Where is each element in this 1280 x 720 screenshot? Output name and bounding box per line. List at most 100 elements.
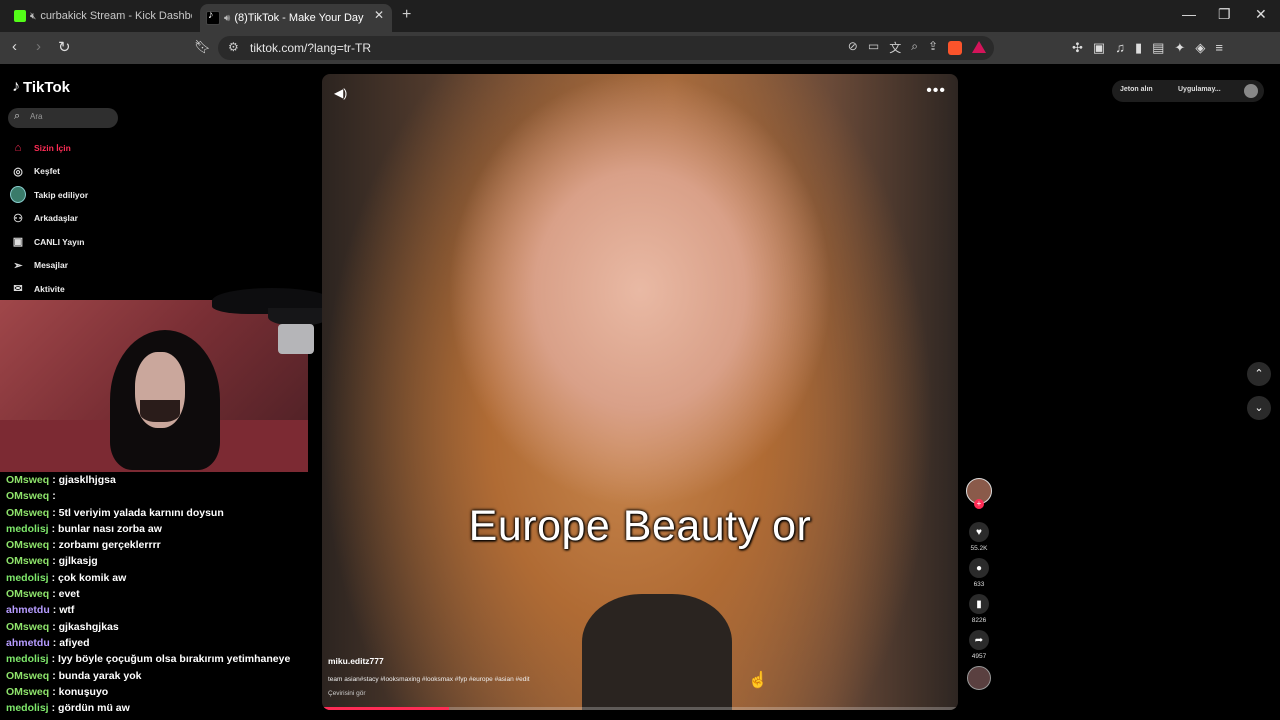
- chat-message: OMsweq: gjasklhjgsa: [6, 472, 326, 488]
- chat-message: OMsweq: bunda yarak yok: [6, 668, 326, 684]
- chat-message: medolisj: çok komik aw: [6, 570, 326, 586]
- tab-audio-icon[interactable]: 🔊︎: [224, 13, 230, 24]
- minimize-icon[interactable]: —: [1182, 6, 1196, 22]
- activity-icon: ✉: [13, 283, 23, 296]
- site-info-icon[interactable]: ⚙: [228, 40, 239, 54]
- address-bar[interactable]: ⚙ tiktok.com/?lang=tr-TR ⊘ ▭ 文 ⌕ ⇪: [218, 36, 994, 60]
- chat-separator: :: [52, 588, 56, 601]
- chat-username[interactable]: OMsweq: [6, 555, 49, 567]
- close-tab-icon[interactable]: ✕: [374, 8, 384, 22]
- chat-separator: :: [52, 620, 56, 633]
- tab-tiktok[interactable]: 🔊︎ (8)TikTok - Make Your Day ✕: [200, 4, 392, 32]
- chat-username[interactable]: ahmetdu: [6, 637, 50, 649]
- tab-title: (8)TikTok - Make Your Day: [234, 12, 364, 24]
- share-icon[interactable]: ⇪: [928, 39, 938, 56]
- chat-username[interactable]: OMsweq: [6, 474, 49, 486]
- more-options-icon[interactable]: •••: [926, 82, 946, 100]
- chat-separator: :: [52, 604, 57, 617]
- chat-username[interactable]: medolisj: [6, 572, 49, 584]
- sidebar-item-live[interactable]: ▣ CANLI Yayın: [10, 230, 88, 254]
- chat-separator: :: [52, 539, 56, 552]
- previous-video-button[interactable]: ⌃: [1247, 362, 1271, 386]
- video-author[interactable]: miku.editz777: [328, 656, 384, 666]
- menu-icon[interactable]: ≡: [1215, 40, 1223, 56]
- extensions-icon[interactable]: ✣: [1072, 40, 1083, 56]
- chat-message: ahmetdu: afiyed: [6, 635, 326, 651]
- sidebar-menu: ⌂ Sizin İçin ◎ Keşfet Takip ediliyor ⚇ A…: [10, 136, 88, 301]
- search-input[interactable]: ⌕ Ara: [8, 108, 118, 128]
- get-coins-button[interactable]: Jeton alın: [1120, 86, 1153, 93]
- sidebar-item-for-you[interactable]: ⌂ Sizin İçin: [10, 136, 88, 160]
- cast-off-icon[interactable]: ⊘: [848, 39, 858, 56]
- chat-username[interactable]: ahmetdu: [6, 604, 50, 616]
- sidebar-item-explore[interactable]: ◎ Keşfet: [10, 160, 88, 184]
- leo-icon[interactable]: ✦: [1174, 40, 1185, 56]
- chat-username[interactable]: OMsweq: [6, 490, 49, 502]
- chat-username[interactable]: medolisj: [6, 653, 49, 665]
- save-button[interactable]: ▮ 8226: [962, 594, 996, 624]
- top-right-actions: Jeton alın Uygulamay...: [1112, 80, 1264, 102]
- chat-username[interactable]: OMsweq: [6, 588, 49, 600]
- see-translation-link[interactable]: Çevirisini gör: [328, 690, 366, 697]
- chat-text: evet: [58, 588, 80, 601]
- get-app-button[interactable]: Uygulamay...: [1178, 86, 1221, 93]
- chat-username[interactable]: medolisj: [6, 523, 49, 535]
- chat-message: medolisj: Iyy böyle çoçuğum olsa bırakır…: [6, 651, 326, 667]
- chat-username[interactable]: OMsweq: [6, 670, 49, 682]
- music-icon[interactable]: ♫: [1115, 40, 1125, 56]
- bookmark-icon[interactable]: 🔖︎: [194, 39, 211, 55]
- chat-text: çok komik aw: [58, 571, 127, 584]
- tab-muted-icon[interactable]: 🔇︎: [30, 11, 36, 22]
- share-button[interactable]: ➦ 4957: [962, 630, 996, 660]
- compass-icon: ◎: [13, 165, 23, 178]
- url-text[interactable]: tiktok.com/?lang=tr-TR: [250, 41, 371, 55]
- tiktok-logo[interactable]: ♪ TikTok: [12, 78, 70, 96]
- cap-band: [278, 324, 314, 354]
- video-player[interactable]: ◀) ••• Europe Beauty or miku.editz777 te…: [322, 74, 958, 710]
- chat-username[interactable]: OMsweq: [6, 507, 49, 519]
- back-icon[interactable]: ‹: [12, 38, 17, 55]
- hand-cursor-icon: ☝: [748, 672, 768, 689]
- comment-button[interactable]: ● 633: [962, 558, 996, 588]
- wallet-icon[interactable]: ▤: [1152, 40, 1164, 56]
- chat-separator: :: [52, 490, 56, 503]
- brave-shields-icon[interactable]: [948, 41, 962, 55]
- sidebar-item-messages[interactable]: ➢ Mesajlar: [10, 254, 88, 278]
- volume-icon[interactable]: ◀): [334, 86, 347, 100]
- sidebar-item-activity[interactable]: ✉ Aktivite: [10, 277, 88, 301]
- chat-username[interactable]: OMsweq: [6, 686, 49, 698]
- new-tab-button[interactable]: +: [402, 6, 411, 24]
- chat-username[interactable]: OMsweq: [6, 539, 49, 551]
- chat-text: gjasklhjgsa: [58, 474, 116, 486]
- sidebar-item-label: Mesajlar: [34, 260, 69, 271]
- translate-icon[interactable]: 文: [889, 39, 901, 56]
- chat-separator: :: [52, 669, 56, 682]
- vpn-icon[interactable]: ◈: [1195, 40, 1205, 56]
- like-button[interactable]: ♥ 55.2K: [962, 522, 996, 552]
- profile-avatar[interactable]: [1244, 84, 1258, 98]
- next-video-button[interactable]: ⌄: [1247, 396, 1271, 420]
- forward-icon[interactable]: ›: [36, 38, 41, 55]
- close-window-icon[interactable]: ✕: [1255, 6, 1267, 23]
- follow-plus-icon[interactable]: +: [974, 499, 984, 509]
- install-app-icon[interactable]: ▭: [868, 39, 879, 56]
- sidebar-item-label: Keşfet: [34, 166, 60, 177]
- chat-message: medolisj: bunlar nası zorba aw: [6, 521, 326, 537]
- music-disc-icon[interactable]: [967, 666, 991, 690]
- browser-toolbar: ‹ › ↻ 🔖︎ ⚙ tiktok.com/?lang=tr-TR ⊘ ▭ 文 …: [0, 32, 1280, 64]
- brave-rewards-icon[interactable]: [972, 41, 986, 53]
- chat-username[interactable]: OMsweq: [6, 621, 49, 633]
- kick-favicon-icon: [14, 10, 26, 22]
- media-icon[interactable]: ▣: [1093, 40, 1105, 56]
- chat-username[interactable]: medolisj: [6, 702, 49, 714]
- video-progress-bar[interactable]: [322, 707, 958, 710]
- sidebar-item-friends[interactable]: ⚇ Arkadaşlar: [10, 207, 88, 231]
- zoom-icon[interactable]: ⌕: [911, 39, 918, 56]
- tab-kick-dashboard[interactable]: 🔇︎ curbakick Stream - Kick Dashboa: [8, 4, 192, 28]
- restore-icon[interactable]: ❐: [1218, 6, 1231, 23]
- sidebar-item-following[interactable]: Takip ediliyor: [10, 183, 88, 207]
- creator-avatar[interactable]: +: [966, 478, 992, 509]
- bookmark-icon: ▮: [969, 594, 989, 614]
- reload-icon[interactable]: ↻: [58, 38, 71, 56]
- sidebar-icon[interactable]: ▮: [1135, 40, 1142, 56]
